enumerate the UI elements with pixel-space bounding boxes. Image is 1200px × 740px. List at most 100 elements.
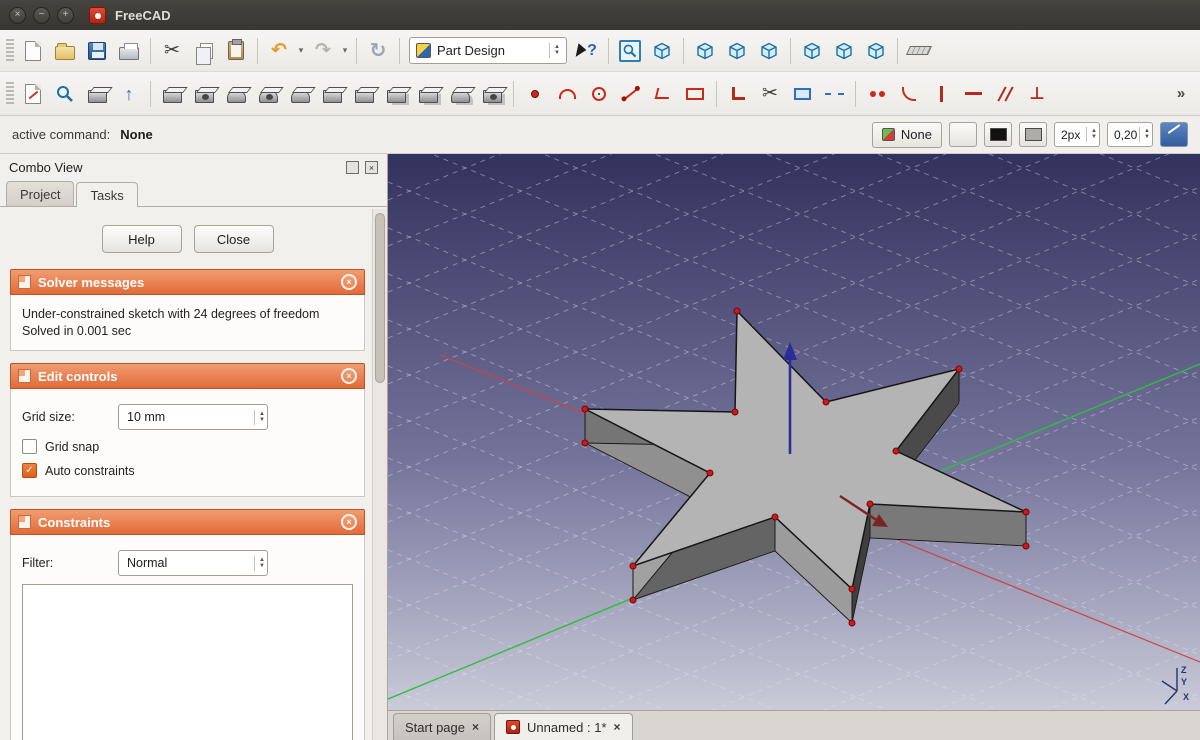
line-width-spinbox[interactable]: 2px ▲▼ [1054,122,1100,147]
collapse-section-icon[interactable]: × [341,514,357,530]
constrain-vertical-button[interactable] [925,78,957,110]
redo-button[interactable]: ↷ [307,35,339,67]
tab-start-page[interactable]: Start page × [393,713,491,740]
redo-dropdown-caret[interactable]: ▾ [339,35,351,67]
create-line-button[interactable] [615,78,647,110]
collapse-section-icon[interactable]: × [341,368,357,384]
view-left-button[interactable] [860,35,892,67]
edit-sketch-button[interactable] [49,78,81,110]
close-button[interactable]: Close [194,225,274,253]
construction-mode-toggle-button[interactable] [1160,122,1188,147]
undo-dropdown-caret[interactable]: ▾ [295,35,307,67]
toolbar-drag-handle[interactable] [6,82,14,106]
close-tab-icon[interactable]: × [472,720,479,734]
help-button[interactable]: Help [102,225,182,253]
autogroup-button[interactable]: None [872,122,942,148]
main-area: Combo View × Project Tasks Help Close So… [0,154,1200,740]
fillet-feature-button[interactable] [284,78,316,110]
constrain-coincident-button[interactable] [861,78,893,110]
view-front-button[interactable] [689,35,721,67]
cut-button[interactable]: ✂ [156,35,188,67]
line-width-arrows[interactable]: ▲▼ [1086,127,1099,142]
chamfer-button[interactable] [316,78,348,110]
toggle-snap-button[interactable] [949,122,977,147]
tab-project[interactable]: Project [6,181,74,206]
multitransform-button[interactable] [476,78,508,110]
tab-unnamed-document[interactable]: Unnamed : 1* × [494,713,633,740]
new-sketch-button[interactable] [17,78,49,110]
view-bottom-button[interactable] [828,35,860,67]
construction-mode-button[interactable] [818,78,850,110]
mirrored-button[interactable] [380,78,412,110]
revolution-button[interactable] [220,78,252,110]
constrain-horizontal-button[interactable] [957,78,989,110]
create-circle-button[interactable] [583,78,615,110]
draft-feature-button[interactable] [348,78,380,110]
create-rectangle-button[interactable] [679,78,711,110]
toolbar-separator [257,38,258,64]
panel-scrollbar-thumb[interactable] [375,213,385,383]
polar-pattern-button[interactable] [444,78,476,110]
map-sketch-button[interactable] [81,78,113,110]
view-rear-button[interactable] [796,35,828,67]
undo-button[interactable]: ↶ [263,35,295,67]
toolbar-overflow-button[interactable]: » [1165,78,1197,110]
window-close-button[interactable]: × [9,7,26,24]
window-minimize-button[interactable]: − [33,7,50,24]
toolbar-separator [150,38,151,64]
face-color-button[interactable] [1019,122,1047,147]
pad-button[interactable] [156,78,188,110]
panel-scrollbar[interactable] [372,209,387,740]
groove-button[interactable] [252,78,284,110]
window-maximize-button[interactable]: + [57,7,74,24]
view-axonometric-button[interactable] [646,35,678,67]
text-scale-arrows[interactable]: ▲▼ [1139,127,1152,142]
constrain-lock-button[interactable] [722,78,754,110]
leave-sketch-button[interactable]: ↑ [113,78,145,110]
save-document-button[interactable] [81,35,113,67]
copy-button[interactable] [188,35,220,67]
tab-tasks[interactable]: Tasks [76,182,137,207]
top-view-cube-icon [725,39,749,63]
close-panel-icon[interactable]: × [365,161,378,174]
text-scale-spinbox[interactable]: 0,20 ▲▼ [1107,122,1153,147]
print-button[interactable] [113,35,145,67]
3d-viewport[interactable]: Z Y X [388,154,1200,710]
line-color-button[interactable] [984,122,1012,147]
toolbar-drag-handle[interactable] [6,39,14,63]
view-right-button[interactable] [753,35,785,67]
create-fillet-button[interactable] [893,78,925,110]
constrain-perpendicular-button[interactable]: ⊥ [1021,78,1053,110]
linear-pattern-button[interactable] [412,78,444,110]
paste-button[interactable] [220,35,252,67]
trim-scissors-icon: ✂ [762,84,778,103]
edit-controls-header[interactable]: Edit controls × [10,363,365,389]
refresh-button[interactable]: ↻ [362,35,394,67]
measure-distance-button[interactable] [903,35,935,67]
create-point-button[interactable] [519,78,551,110]
linear-pattern-icon [419,90,438,103]
trim-edge-button[interactable]: ✂ [754,78,786,110]
constrain-parallel-button[interactable] [989,78,1021,110]
external-geometry-button[interactable] [786,78,818,110]
solver-messages-header[interactable]: Solver messages × [10,269,365,295]
close-tab-icon[interactable]: × [614,720,621,734]
pocket-button[interactable] [188,78,220,110]
view-top-button[interactable] [721,35,753,67]
float-panel-icon[interactable] [346,161,359,174]
grid-snap-checkbox[interactable] [22,439,37,454]
collapse-section-icon[interactable]: × [341,274,357,290]
filter-select[interactable]: Normal ▲▼ [118,550,268,576]
polyline-icon [655,88,672,99]
create-polyline-button[interactable] [647,78,679,110]
workbench-selector[interactable]: Part Design ▲▼ [409,37,567,64]
fit-all-button[interactable] [614,35,646,67]
auto-constraints-checkbox[interactable]: ✓ [22,463,37,478]
constraints-list[interactable] [22,584,353,740]
new-document-button[interactable] [17,35,49,67]
grid-size-select[interactable]: 10 mm ▲▼ [118,404,268,430]
create-arc-button[interactable] [551,78,583,110]
constraints-header[interactable]: Constraints × [10,509,365,535]
whats-this-button[interactable]: ? [571,35,603,67]
open-document-button[interactable] [49,35,81,67]
